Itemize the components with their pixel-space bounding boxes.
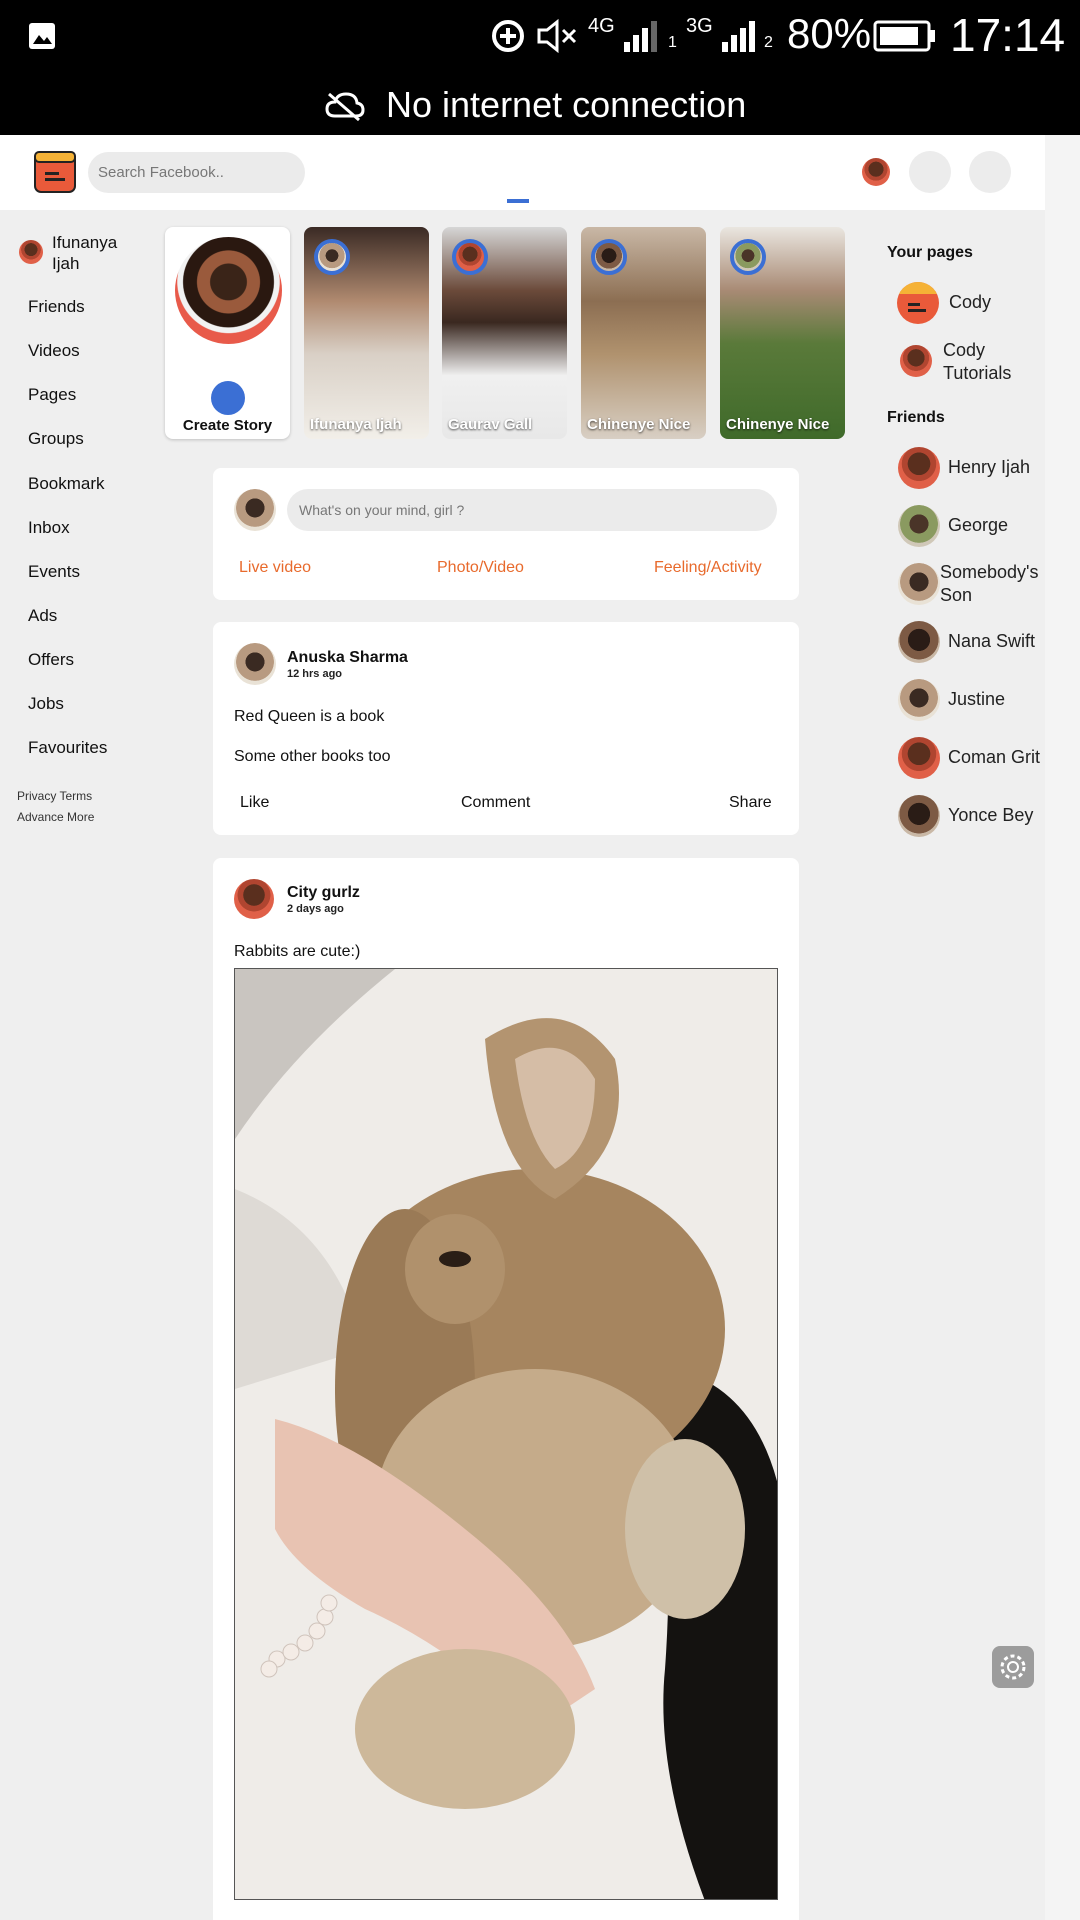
profile-avatar[interactable] xyxy=(862,158,890,186)
facebook-logo-icon[interactable] xyxy=(33,150,77,194)
friend-avatar[interactable] xyxy=(898,737,940,779)
page-scrollbar[interactable] xyxy=(1045,135,1080,1920)
story-avatar xyxy=(314,239,350,275)
page-avatar[interactable] xyxy=(900,345,932,377)
story-avatar xyxy=(730,239,766,275)
composer-input[interactable]: What's on your mind, girl ? xyxy=(287,489,777,531)
friend-avatar[interactable] xyxy=(898,505,940,547)
left-nav-ads[interactable]: Ads xyxy=(28,606,57,626)
create-story-label: Create Story xyxy=(182,417,273,434)
battery-percent: 80% xyxy=(787,10,872,57)
left-nav-offers[interactable]: Offers xyxy=(28,650,74,670)
settings-gear-icon xyxy=(1000,1654,1026,1680)
story-avatar xyxy=(452,239,488,275)
footer-links-privacy-terms[interactable]: Privacy Terms xyxy=(17,789,92,803)
post-text: Red Queen is a book xyxy=(234,708,385,725)
signal-sim2-icon xyxy=(722,21,755,52)
post-author-name[interactable]: City gurlz xyxy=(287,884,360,902)
cloud-off-icon xyxy=(325,92,365,122)
gallery-notification-icon xyxy=(29,23,55,49)
story-card[interactable]: Gaurav Gall xyxy=(442,227,567,439)
signal-sim1-icon xyxy=(624,21,657,52)
friend-avatar[interactable] xyxy=(898,563,940,605)
active-tab-indicator xyxy=(507,199,529,203)
post-card: City gurlz 2 days ago Rabbits are cute:) xyxy=(213,858,799,1920)
add-story-plus-icon[interactable] xyxy=(211,381,245,415)
story-author: Chinenye Nice xyxy=(587,416,691,433)
friend-yonce-bey[interactable]: Yonce Bey xyxy=(948,805,1033,826)
left-nav-videos[interactable]: Videos xyxy=(28,341,80,361)
post-author-name[interactable]: Anuska Sharma xyxy=(287,649,408,667)
friend-avatar[interactable] xyxy=(898,447,940,489)
rabbit-photo[interactable] xyxy=(234,968,778,1900)
story-card[interactable]: Ifunanya Ijah xyxy=(304,227,429,439)
battery-icon xyxy=(873,20,935,52)
story-avatar xyxy=(591,239,627,275)
friend-avatar[interactable] xyxy=(898,621,940,663)
data-saver-icon xyxy=(492,20,524,52)
search-input[interactable]: Search Facebook.. xyxy=(88,152,305,193)
rabbit-photo-illustration xyxy=(235,969,777,1899)
left-nav-groups[interactable]: Groups xyxy=(28,429,84,449)
network-3g-label: 3G xyxy=(686,15,713,37)
story-card[interactable]: Chinenye Nice xyxy=(581,227,706,439)
comment-button[interactable]: Comment xyxy=(461,794,530,812)
story-author: Ifunanya Ijah xyxy=(310,416,402,433)
page-link-cody[interactable]: Cody xyxy=(949,292,991,313)
friends-heading: Friends xyxy=(887,409,945,426)
user-avatar[interactable] xyxy=(19,240,43,264)
post-text: Some other books too xyxy=(234,748,391,765)
sim1-label: 1 xyxy=(668,34,677,51)
network-4g-label: 4G xyxy=(588,15,615,37)
story-author: Chinenye Nice xyxy=(726,416,830,433)
post-author-avatar[interactable] xyxy=(234,879,274,919)
share-button[interactable]: Share xyxy=(729,794,772,812)
left-nav-events[interactable]: Events xyxy=(28,562,80,582)
like-button[interactable]: Like xyxy=(240,794,269,812)
messenger-button[interactable] xyxy=(909,151,951,193)
friend-nana-swift[interactable]: Nana Swift xyxy=(948,631,1035,652)
story-card[interactable]: Chinenye Nice xyxy=(720,227,845,439)
friend-justine[interactable]: Justine xyxy=(948,689,1005,710)
post-composer: What's on your mind, girl ? Live video P… xyxy=(213,468,799,600)
feeling-activity-button[interactable]: Feeling/Activity xyxy=(654,559,762,577)
post-timestamp: 12 hrs ago xyxy=(287,668,343,680)
friend-coman-grit[interactable]: Coman Grit xyxy=(948,747,1040,768)
user-name-link[interactable]: Ifunanya Ijah xyxy=(52,232,142,274)
clock: 17:14 xyxy=(950,9,1066,61)
your-pages-heading: Your pages xyxy=(887,244,973,261)
friend-avatar[interactable] xyxy=(898,679,940,721)
create-story-card[interactable]: Create Story xyxy=(165,227,290,439)
friend-somebodys-son[interactable]: Somebody's Son xyxy=(940,561,1045,607)
post-timestamp: 2 days ago xyxy=(287,903,344,915)
friend-henry-ijah[interactable]: Henry Ijah xyxy=(948,457,1030,478)
story-author: Gaurav Gall xyxy=(448,416,533,433)
post-text: Rabbits are cute:) xyxy=(234,943,361,960)
composer-avatar xyxy=(234,489,276,531)
mute-icon xyxy=(537,18,577,54)
left-nav-friends[interactable]: Friends xyxy=(28,297,85,317)
post-author-avatar[interactable] xyxy=(234,643,276,685)
left-nav-bookmark[interactable]: Bookmark xyxy=(28,474,105,494)
left-nav-inbox[interactable]: Inbox xyxy=(28,518,70,538)
friend-avatar[interactable] xyxy=(898,795,940,837)
floating-settings-button[interactable] xyxy=(992,1646,1034,1688)
status-bar: 4G 1 3G 2 80% 17:14 No internet connecti… xyxy=(0,0,1080,135)
sim2-label: 2 xyxy=(764,34,773,51)
left-nav-jobs[interactable]: Jobs xyxy=(28,694,64,714)
live-video-button[interactable]: Live video xyxy=(239,559,311,577)
page-link-cody-tutorials[interactable]: Cody Tutorials xyxy=(943,339,1033,385)
page-logo-icon xyxy=(897,282,939,312)
page-avatar[interactable] xyxy=(897,282,939,324)
footer-links-advance-more[interactable]: Advance More xyxy=(17,810,94,824)
left-nav-pages[interactable]: Pages xyxy=(28,385,76,405)
post-card: Anuska Sharma 12 hrs ago Red Queen is a … xyxy=(213,622,799,835)
offline-notice: No internet connection xyxy=(386,84,747,125)
left-nav-favourites[interactable]: Favourites xyxy=(28,738,107,758)
friend-george[interactable]: George xyxy=(948,515,1008,536)
notifications-button[interactable] xyxy=(969,151,1011,193)
photo-video-button[interactable]: Photo/Video xyxy=(437,559,524,577)
create-story-avatar xyxy=(175,237,282,344)
